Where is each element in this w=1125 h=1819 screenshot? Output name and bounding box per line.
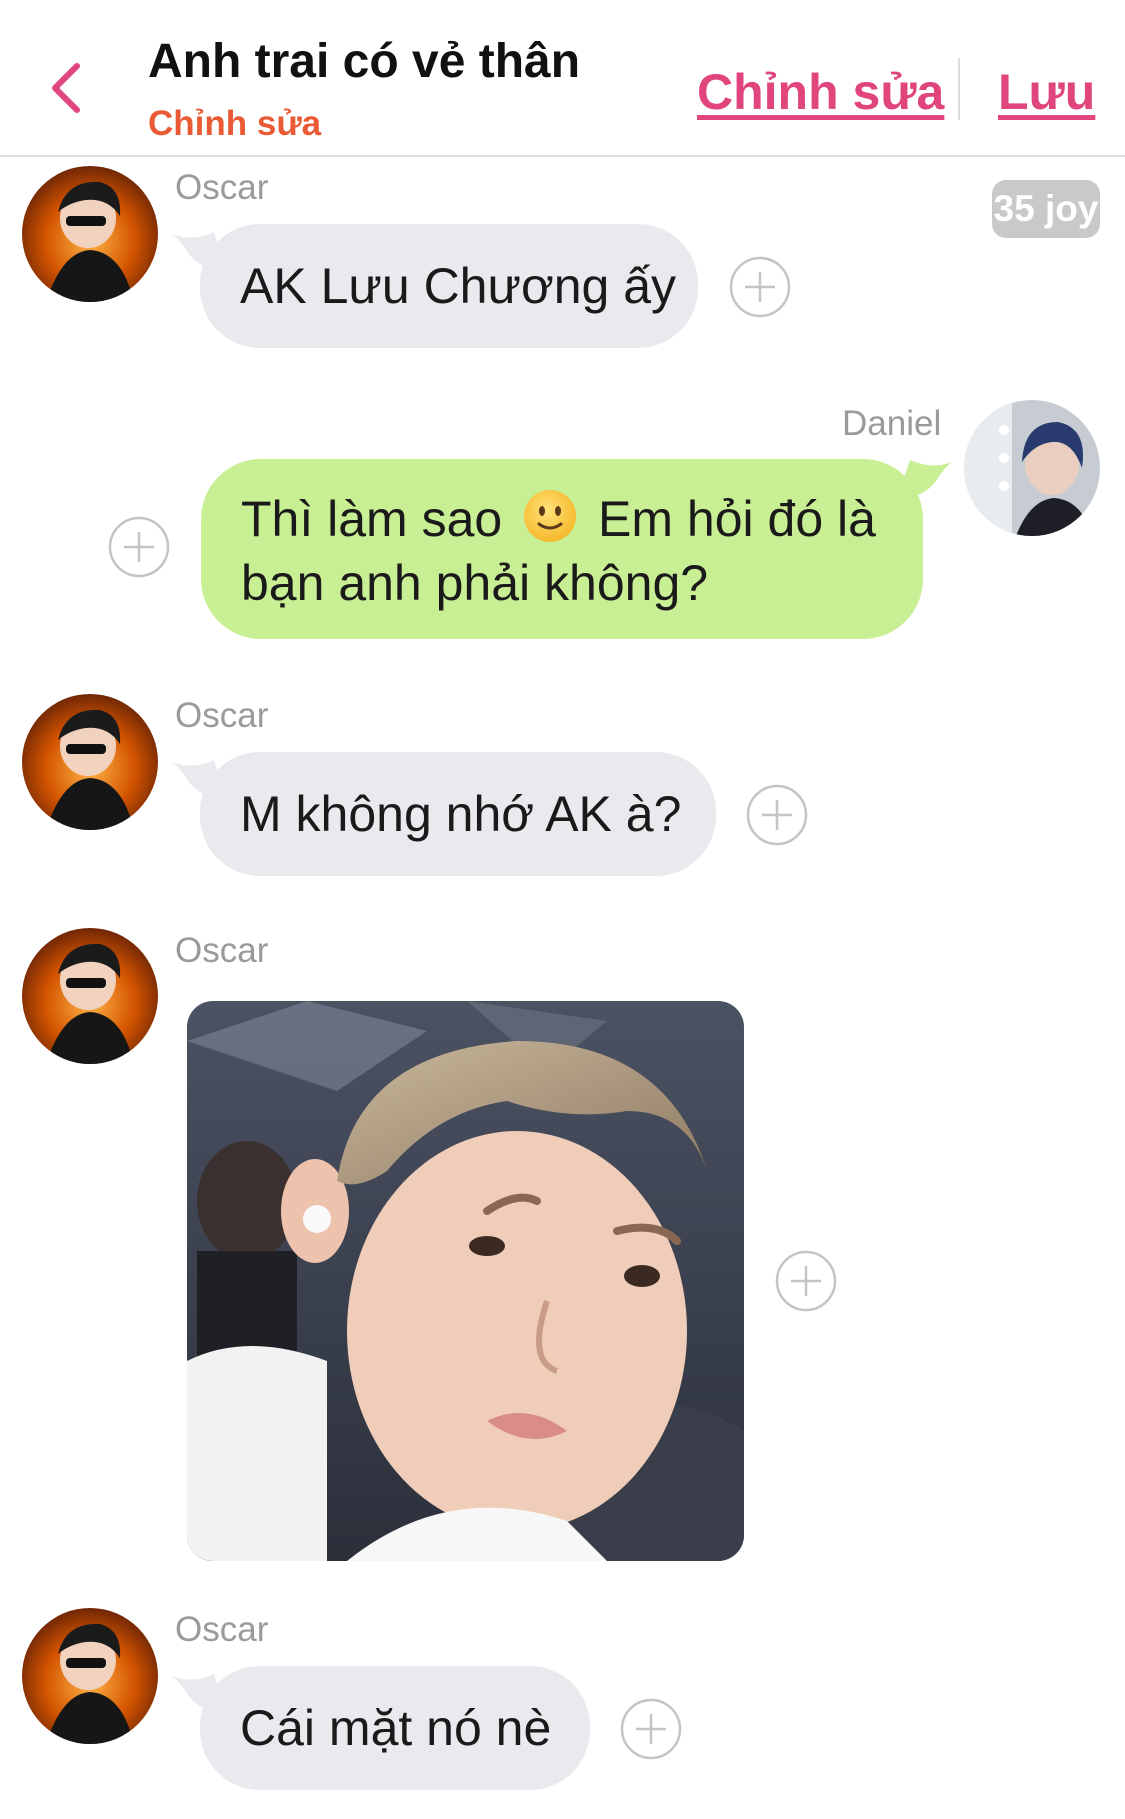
- message-text: Cái mặt nó nè: [240, 1700, 552, 1756]
- message-text: M không nhớ AK à?: [240, 786, 682, 842]
- add-reaction-button[interactable]: [746, 784, 808, 846]
- sender-name: Oscar: [175, 931, 269, 970]
- edit-button[interactable]: Chỉnh sửa: [697, 63, 944, 121]
- sender-name: Oscar: [175, 1610, 269, 1649]
- message-bubble[interactable]: Thì làm sao Em hỏi đó là bạn anh phải kh…: [201, 459, 923, 639]
- header-divider: [958, 58, 960, 120]
- message-bubble[interactable]: Cái mặt nó nè: [200, 1666, 590, 1790]
- message-text: Em hỏi đó là: [598, 491, 876, 547]
- add-reaction-button[interactable]: [729, 256, 791, 318]
- message-text: bạn anh phải không?: [241, 555, 709, 611]
- joy-badge: 35 joy: [992, 180, 1100, 238]
- add-reaction-button[interactable]: [108, 516, 170, 578]
- back-button[interactable]: [44, 58, 88, 118]
- sender-name: Oscar: [175, 696, 269, 735]
- message-bubble[interactable]: AK Lưu Chương ấy: [200, 224, 698, 348]
- avatar-daniel[interactable]: [964, 400, 1100, 536]
- sender-name: Oscar: [175, 168, 269, 207]
- chevron-left-icon: [52, 63, 80, 113]
- avatar-oscar[interactable]: [22, 928, 158, 1064]
- sender-name: Daniel: [842, 404, 942, 443]
- slightly-smiling-face-icon: [524, 490, 577, 542]
- avatar-oscar[interactable]: [22, 166, 158, 302]
- message-line: Thì làm sao Em hỏi đó là: [241, 487, 883, 551]
- add-reaction-button[interactable]: [775, 1250, 837, 1312]
- message-text: AK Lưu Chương ấy: [240, 258, 677, 314]
- message-bubble[interactable]: M không nhớ AK à?: [200, 752, 716, 876]
- save-button[interactable]: Lưu: [998, 63, 1095, 121]
- photo-icon: [187, 1001, 744, 1561]
- avatar-oscar[interactable]: [22, 694, 158, 830]
- chat-header: Anh trai có vẻ thân Chỉnh sửa Chỉnh sửa …: [0, 0, 1125, 157]
- chat-subtitle: Chỉnh sửa: [148, 104, 322, 143]
- add-reaction-button[interactable]: [620, 1698, 682, 1760]
- chat-title: Anh trai có vẻ thân: [148, 35, 581, 88]
- avatar-oscar[interactable]: [22, 1608, 158, 1744]
- message-photo[interactable]: [187, 1001, 744, 1561]
- message-text: Thì làm sao: [241, 491, 503, 547]
